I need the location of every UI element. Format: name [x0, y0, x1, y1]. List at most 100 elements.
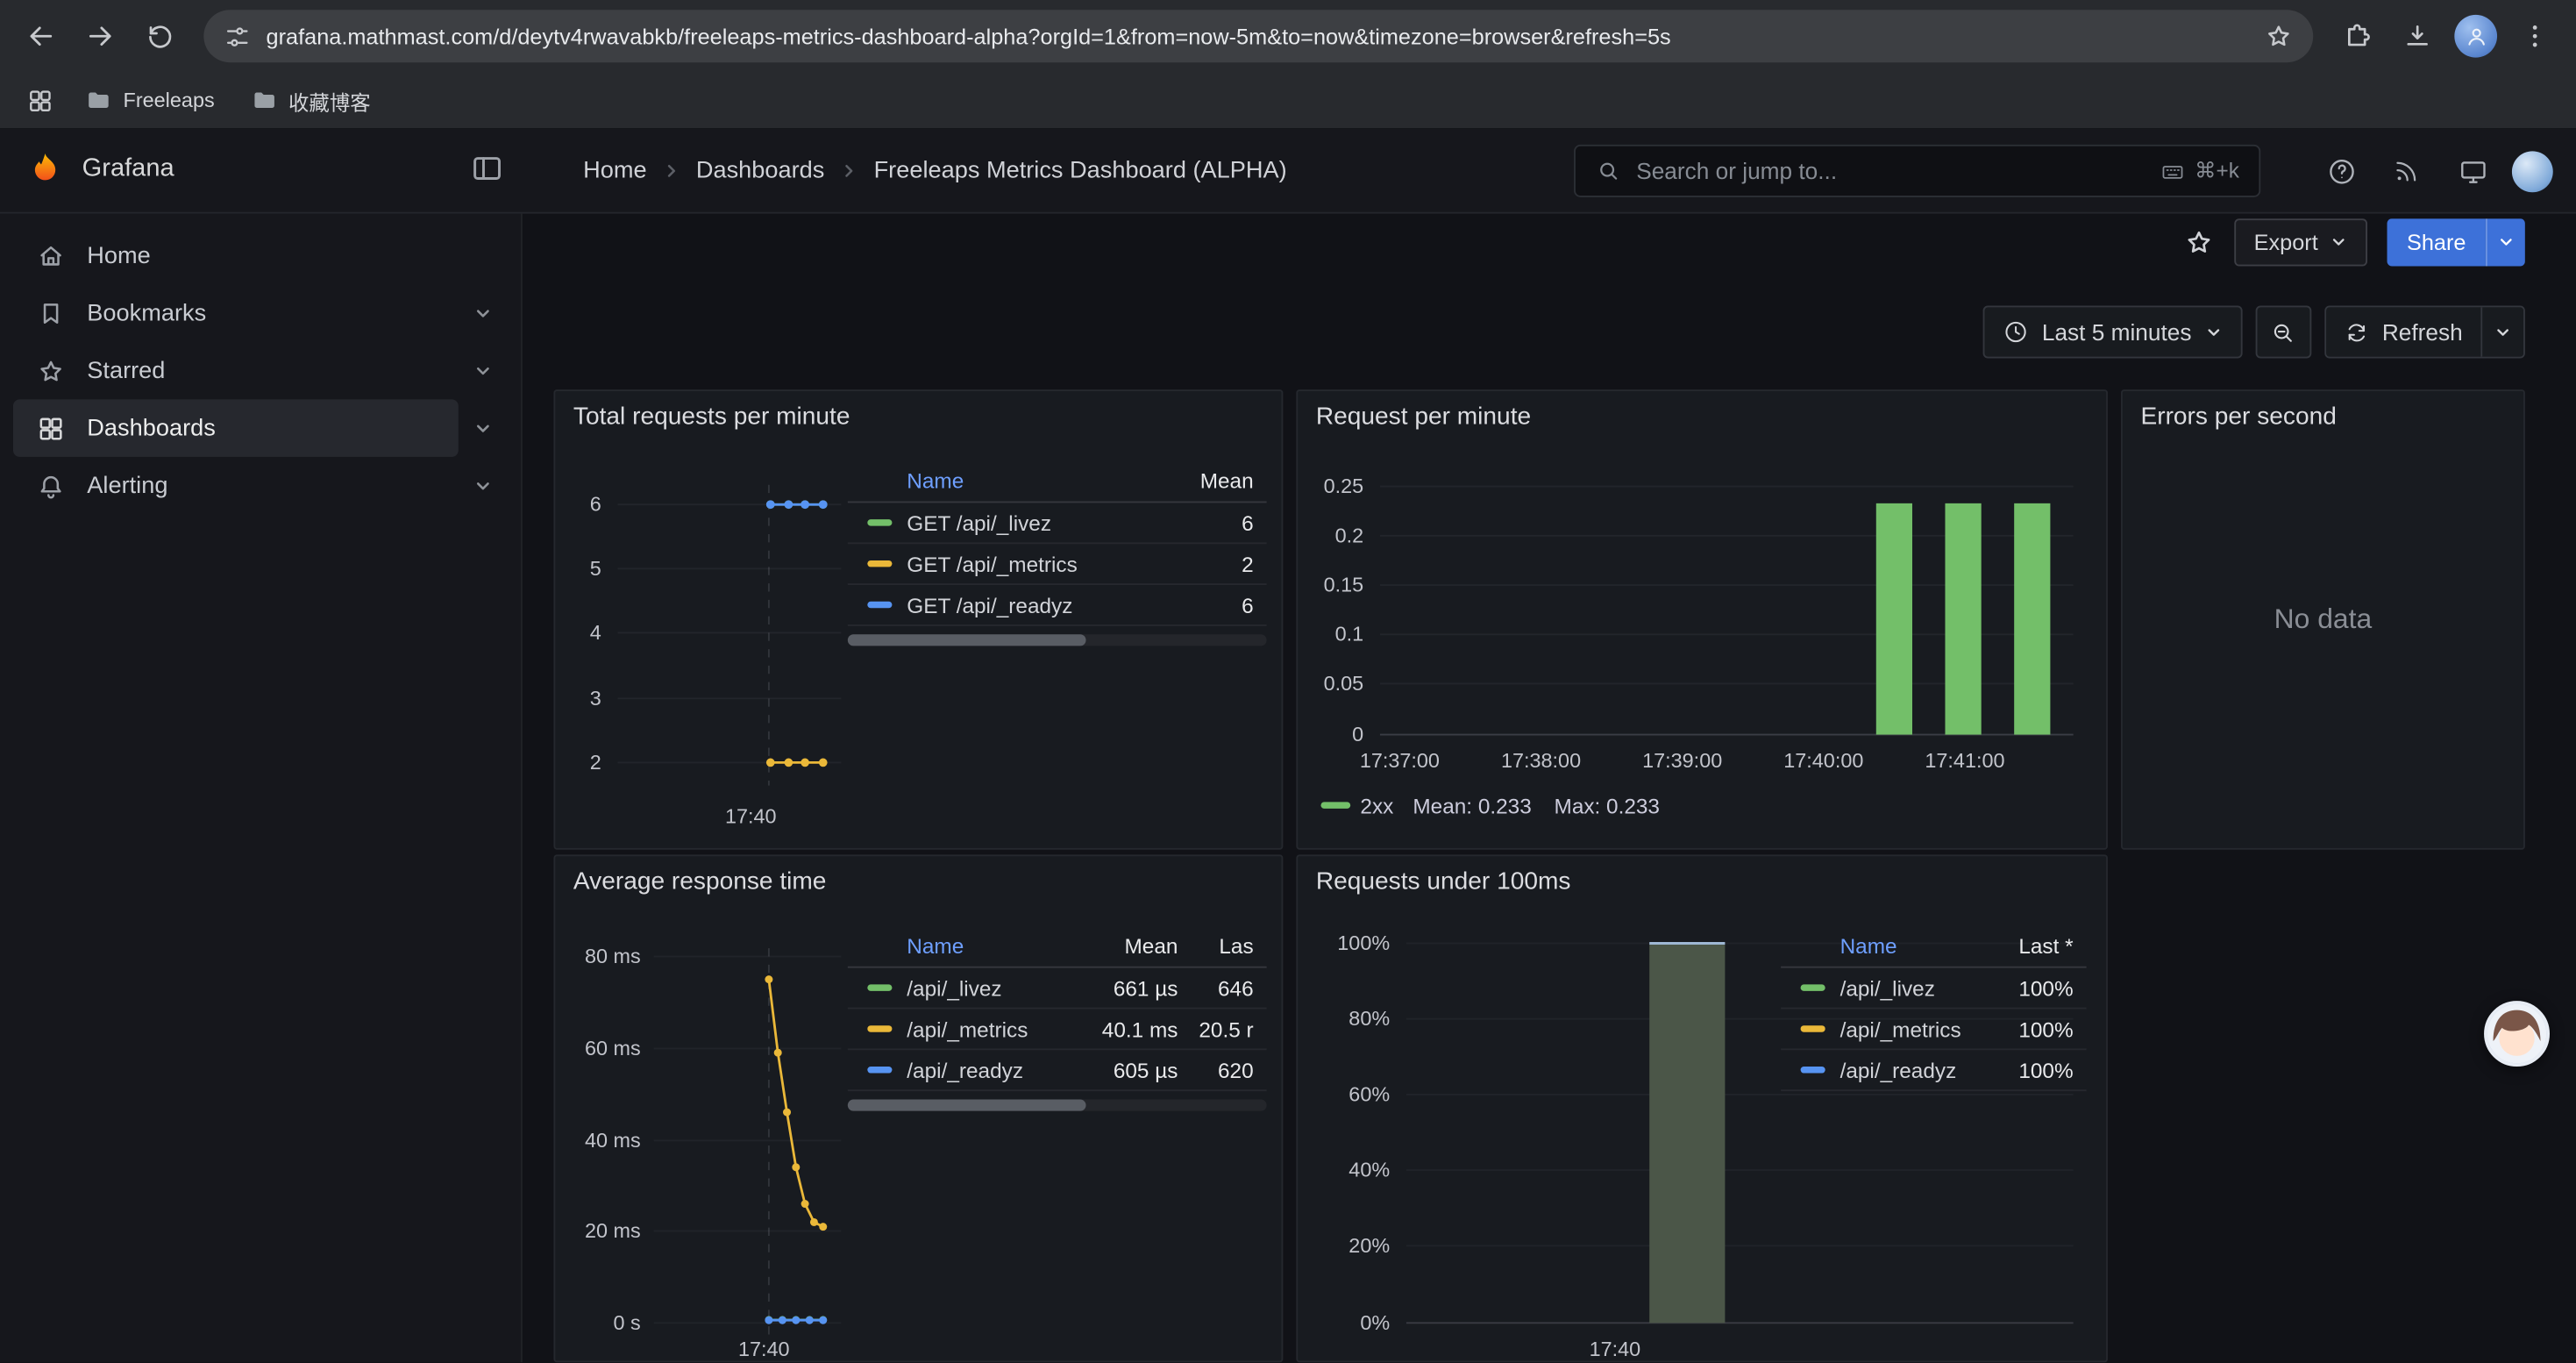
panel-errors-per-second: Errors per second No data: [2121, 389, 2525, 850]
search-box[interactable]: ⌘+k: [1574, 145, 2260, 197]
share-button[interactable]: Share: [2387, 218, 2485, 266]
sidebar-link-dashboards[interactable]: Dashboards: [13, 399, 459, 457]
legend-col-name[interactable]: Name: [907, 468, 1171, 493]
chevron-down-icon[interactable]: [459, 403, 508, 453]
dashboard-actions: Export Share: [2183, 218, 2525, 266]
legend-row[interactable]: GET /api/_metrics 2: [848, 544, 1267, 585]
panel-title[interactable]: Requests under 100ms: [1316, 867, 1571, 896]
legend-scrollbar[interactable]: [848, 1100, 1267, 1111]
legend-col-last[interactable]: Las: [1178, 933, 1253, 958]
svg-text:0.05: 0.05: [1324, 672, 1364, 695]
breadcrumb: Home Dashboards Freeleaps Metrics Dashbo…: [583, 128, 1287, 213]
legend-row[interactable]: /api/_livez 661 µs 646: [848, 968, 1267, 1010]
back-button[interactable]: [13, 8, 69, 64]
series-color-dash: [1801, 1067, 1825, 1073]
legend-row[interactable]: /api/_metrics 40.1 ms 20.5 r: [848, 1009, 1267, 1050]
menu-kebab-icon[interactable]: [2507, 8, 2563, 64]
legend-table: Name Mean GET /api/_livez 6 GET /api/_me…: [848, 460, 1267, 626]
zoom-out-button[interactable]: [2256, 306, 2312, 359]
legend-col-name[interactable]: Name: [907, 933, 1059, 958]
legend-col-mean[interactable]: Mean: [1060, 933, 1178, 958]
svg-text:Max: 0.233: Max: 0.233: [1555, 795, 1660, 818]
legend-row[interactable]: GET /api/_readyz 6: [848, 585, 1267, 626]
refresh-interval-dropdown[interactable]: [2480, 307, 2523, 356]
svg-text:17:40: 17:40: [725, 805, 777, 828]
forward-button[interactable]: [72, 8, 128, 64]
svg-text:60 ms: 60 ms: [585, 1037, 641, 1060]
svg-text:0.2: 0.2: [1335, 524, 1364, 546]
time-range-picker[interactable]: Last 5 minutes: [1982, 306, 2242, 359]
panel-title[interactable]: Total requests per minute: [573, 403, 850, 431]
svg-text:40 ms: 40 ms: [585, 1129, 641, 1152]
legend-scrollbar[interactable]: [848, 634, 1267, 646]
legend-row[interactable]: /api/_readyz 605 µs 620: [848, 1050, 1267, 1091]
floating-assistant-avatar[interactable]: [2484, 1001, 2550, 1067]
sidebar-link-starred[interactable]: Starred: [13, 342, 459, 400]
url-input[interactable]: [267, 24, 2250, 48]
panel-total-requests-per-minute: Total requests per minute 6543217:40 Nam…: [553, 389, 1283, 850]
legend-col-last[interactable]: Last *: [1988, 933, 2073, 958]
sidebar-toggle-icon[interactable]: [470, 151, 504, 190]
sidebar-item-home: Home: [13, 227, 508, 285]
series-color-dash: [867, 602, 892, 608]
chevron-down-icon[interactable]: [459, 289, 508, 338]
sidebar-item-dashboards: Dashboards: [13, 399, 508, 457]
chevron-down-icon[interactable]: [459, 346, 508, 395]
browser-toolbar: [0, 0, 2576, 72]
chevron-down-icon[interactable]: [459, 461, 508, 510]
extensions-icon[interactable]: [2330, 8, 2386, 64]
refresh-split-button: Refresh: [2324, 306, 2525, 359]
legend-header-row: Name Last *: [1781, 925, 2087, 968]
legend-row[interactable]: GET /api/_livez 6: [848, 503, 1267, 544]
svg-text:0%: 0%: [1360, 1311, 1390, 1334]
apps-grid-icon[interactable]: [17, 77, 62, 123]
bookmark-folder-freeleaps[interactable]: Freeleaps: [72, 79, 227, 122]
reload-button[interactable]: [132, 8, 188, 64]
help-icon[interactable]: [2315, 145, 2367, 197]
sidebar-item-label: Alerting: [87, 473, 167, 499]
panel-title[interactable]: Errors per second: [2140, 403, 2336, 431]
site-info-icon[interactable]: [224, 22, 252, 50]
svg-text:40%: 40%: [1348, 1159, 1390, 1181]
bookmark-folder-label: 收藏博客: [288, 84, 371, 116]
chevron-right-icon: [662, 161, 681, 181]
breadcrumb-home[interactable]: Home: [583, 158, 646, 184]
share-dropdown-icon[interactable]: [2486, 218, 2525, 266]
series-color-dash: [1801, 1025, 1825, 1031]
monitor-icon[interactable]: [2446, 145, 2499, 197]
bookmark-folder-blogs[interactable]: 收藏博客: [238, 79, 384, 122]
legend-col-mean[interactable]: Mean: [1171, 468, 1254, 493]
refresh-button[interactable]: Refresh: [2326, 307, 2480, 356]
url-bar[interactable]: [203, 10, 2313, 62]
legend-row[interactable]: /api/_livez 100%: [1781, 968, 2087, 1010]
browser-window: Freeleaps 收藏博客 Grafana: [0, 0, 2576, 1362]
panel-title[interactable]: Average response time: [573, 867, 827, 896]
legend-col-name[interactable]: Name: [1840, 933, 1989, 958]
profile-avatar[interactable]: [2448, 8, 2504, 64]
svg-text:4: 4: [590, 621, 601, 644]
breadcrumb-current-dashboard: Freeleaps Metrics Dashboard (ALPHA): [874, 158, 1287, 184]
svg-text:0: 0: [1352, 723, 1363, 746]
request-per-minute-chart[interactable]: 0.250.20.150.10.05017:37:0017:38:0017:39…: [1298, 391, 2106, 848]
svg-text:Mean: 0.233: Mean: 0.233: [1413, 795, 1531, 818]
bookmark-star-icon[interactable]: [2264, 21, 2294, 51]
scrollbar-thumb[interactable]: [848, 1100, 1086, 1111]
legend-row[interactable]: /api/_metrics 100%: [1781, 1009, 2087, 1050]
sidebar-link-alerting[interactable]: Alerting: [13, 457, 459, 515]
breadcrumb-dashboards[interactable]: Dashboards: [696, 158, 825, 184]
export-button[interactable]: Export: [2234, 218, 2367, 266]
news-rss-icon[interactable]: [2380, 145, 2433, 197]
favorite-star-icon[interactable]: [2183, 227, 2215, 259]
sidebar-link-bookmarks[interactable]: Bookmarks: [13, 284, 459, 342]
search-input[interactable]: [1636, 158, 2145, 184]
user-avatar[interactable]: [2512, 150, 2553, 191]
sidebar-item-bookmarks: Bookmarks: [13, 284, 508, 342]
time-controls: Last 5 minutes Refresh: [1982, 306, 2525, 359]
grafana-sidebar: Home Bookmarks Starred: [0, 214, 523, 1363]
scrollbar-thumb[interactable]: [848, 634, 1086, 646]
panel-title[interactable]: Request per minute: [1316, 403, 1531, 431]
sidebar-link-home[interactable]: Home: [13, 227, 459, 285]
legend-row[interactable]: /api/_readyz 100%: [1781, 1050, 2087, 1091]
svg-text:3: 3: [590, 687, 601, 710]
downloads-icon[interactable]: [2388, 8, 2444, 64]
